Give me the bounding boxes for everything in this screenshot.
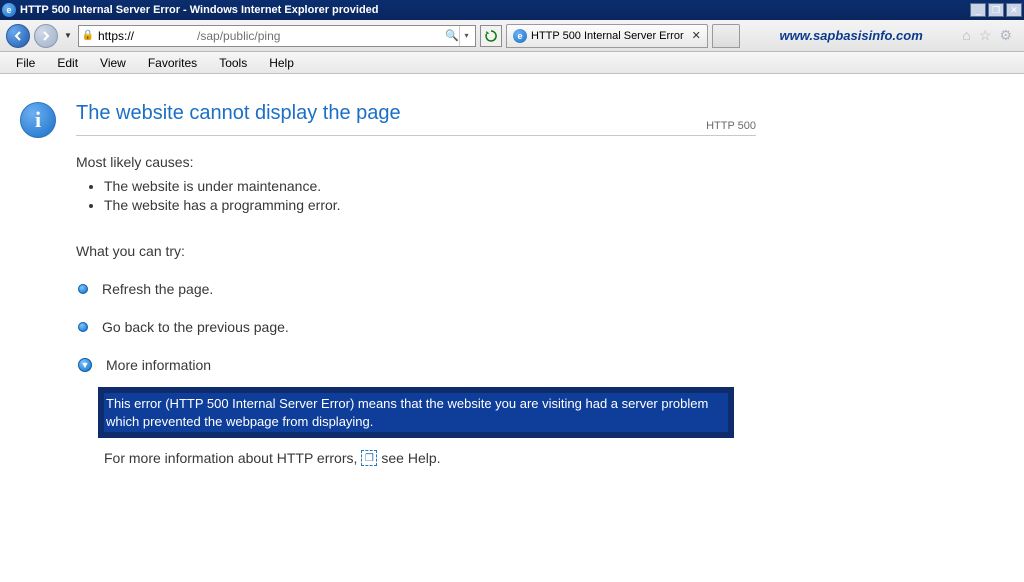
try-item-label[interactable]: Refresh the page. <box>102 281 213 297</box>
menu-help[interactable]: Help <box>259 54 304 72</box>
tab-favicon-icon: e <box>513 29 527 43</box>
minimize-button[interactable]: _ <box>970 3 986 17</box>
brand-text: www.sapbasisinfo.com <box>779 28 922 43</box>
title-bar: e HTTP 500 Internal Server Error - Windo… <box>0 0 1024 20</box>
more-information-toggle[interactable]: ▼ More information <box>78 357 756 373</box>
new-tab-button[interactable] <box>712 24 740 48</box>
toolbar-right-icons: ⌂ ☆ ⚙ <box>962 27 1018 44</box>
brand-area: www.sapbasisinfo.com <box>744 28 959 43</box>
menu-view[interactable]: View <box>90 54 136 72</box>
menu-favorites[interactable]: Favorites <box>138 54 207 72</box>
address-dropdown-icon[interactable]: ▾ <box>459 26 473 46</box>
url-protocol: https:// <box>95 29 137 43</box>
more-info-text: This error (HTTP 500 Internal Server Err… <box>106 396 708 429</box>
history-dropdown-icon[interactable]: ▼ <box>62 26 74 46</box>
close-window-button[interactable]: ✕ <box>1006 3 1022 17</box>
home-icon[interactable]: ⌂ <box>962 27 970 44</box>
causes-heading: Most likely causes: <box>76 154 756 170</box>
address-bar[interactable]: 🔒 https:// /sap/public/ping 🔍 ▾ <box>78 25 476 47</box>
browser-tab[interactable]: e HTTP 500 Internal Server Error ✕ <box>506 24 708 48</box>
http-status-code: HTTP 500 <box>706 120 756 132</box>
search-icon[interactable]: 🔍 <box>445 29 459 43</box>
window-controls: _ ❐ ✕ <box>970 3 1022 17</box>
causes-list: The website is under maintenance. The we… <box>104 178 756 213</box>
menu-edit[interactable]: Edit <box>47 54 88 72</box>
info-icon: i <box>20 102 56 138</box>
navigation-bar: ▼ 🔒 https:// /sap/public/ping 🔍 ▾ e HTTP… <box>0 20 1024 52</box>
settings-gear-icon[interactable]: ⚙ <box>999 27 1012 44</box>
back-button[interactable] <box>6 24 30 48</box>
menu-file[interactable]: File <box>6 54 45 72</box>
try-item-label[interactable]: Go back to the previous page. <box>102 319 289 335</box>
list-item: The website is under maintenance. <box>104 178 756 194</box>
try-item-refresh: Refresh the page. <box>78 281 756 297</box>
help-line: For more information about HTTP errors, … <box>104 450 756 466</box>
window-title: HTTP 500 Internal Server Error - Windows… <box>20 4 970 16</box>
help-prefix: For more information about HTTP errors, <box>104 450 357 466</box>
try-item-goback: Go back to the previous page. <box>78 319 756 335</box>
help-book-icon: ❐ <box>361 450 377 466</box>
chevron-down-icon[interactable]: ▼ <box>78 358 92 372</box>
url-path: /sap/public/ping <box>197 29 445 43</box>
forward-button[interactable] <box>34 24 58 48</box>
ie-logo-icon: e <box>2 3 16 17</box>
more-info-label: More information <box>106 357 211 373</box>
page-content: i The website cannot display the page HT… <box>0 74 1024 466</box>
favorites-icon[interactable]: ☆ <box>979 27 992 44</box>
tab-close-icon[interactable]: ✕ <box>688 29 701 42</box>
tab-label: HTTP 500 Internal Server Error <box>531 30 684 42</box>
bullet-icon <box>78 322 88 332</box>
lock-icon: 🔒 <box>81 29 95 43</box>
maximize-button[interactable]: ❐ <box>988 3 1004 17</box>
try-heading: What you can try: <box>76 243 756 259</box>
bullet-icon <box>78 284 88 294</box>
more-info-panel: This error (HTTP 500 Internal Server Err… <box>98 387 734 438</box>
divider: HTTP 500 <box>76 135 756 136</box>
refresh-button[interactable] <box>480 25 502 47</box>
help-link[interactable]: see Help. <box>381 450 440 466</box>
menu-tools[interactable]: Tools <box>209 54 257 72</box>
menu-bar: File Edit View Favorites Tools Help <box>0 52 1024 74</box>
page-title: The website cannot display the page <box>76 102 756 125</box>
list-item: The website has a programming error. <box>104 197 756 213</box>
